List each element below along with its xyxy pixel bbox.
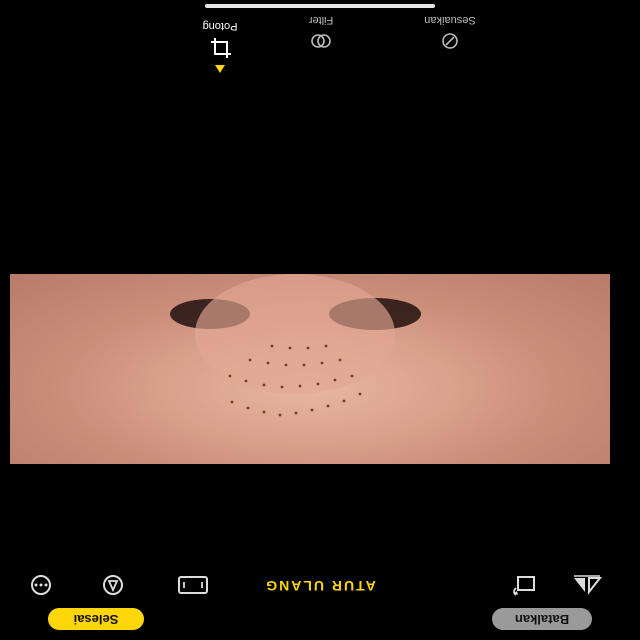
markup-icon[interactable] (96, 574, 130, 596)
tab-crop[interactable]: Potong (175, 20, 265, 74)
photo-preview[interactable] (10, 274, 610, 464)
home-indicator[interactable] (205, 4, 435, 8)
tab-adjust-label: Sesuaikan (424, 14, 476, 26)
tab-filter[interactable]: Filter (276, 14, 366, 52)
rotate-icon[interactable] (506, 574, 540, 596)
crop-icon (211, 38, 231, 58)
tab-crop-label: Potong (202, 20, 238, 32)
flip-horizontal-icon[interactable] (570, 574, 604, 596)
done-button[interactable]: Selesai (48, 608, 144, 630)
adjust-dial-icon (442, 33, 458, 49)
filter-circles-icon (311, 34, 331, 48)
cancel-button[interactable]: Batalkan (492, 608, 592, 630)
aspect-ratio-icon[interactable] (176, 574, 210, 596)
tab-filter-label: Filter (308, 14, 334, 26)
active-indicator-icon (215, 65, 225, 73)
photo-editor-screen: Batalkan Selesai ATUR ULANG Sesuaikan Fi… (0, 0, 640, 640)
more-icon[interactable] (24, 574, 58, 596)
reset-button[interactable]: ATUR ULANG (235, 578, 405, 594)
tab-adjust[interactable]: Sesuaikan (405, 14, 495, 52)
